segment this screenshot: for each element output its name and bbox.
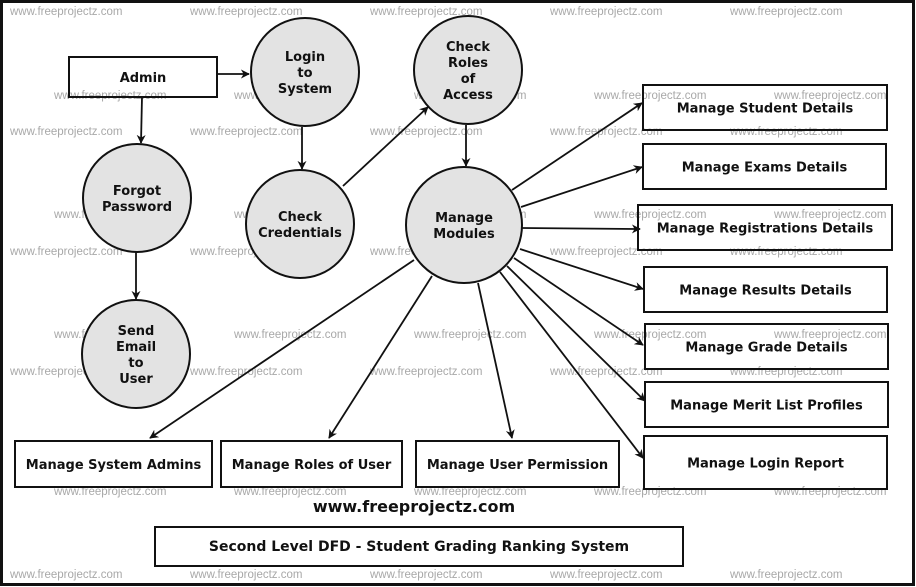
process-label: to — [128, 356, 143, 371]
entity-label: Manage Merit List Profiles — [670, 399, 863, 414]
watermark-text: www.freeprojectz.com — [729, 246, 842, 258]
process-check-cred: CheckCredentials — [245, 169, 355, 279]
watermark-text: www.freeprojectz.com — [9, 246, 122, 258]
process-label: Check — [446, 40, 490, 55]
dfd-diagram: www.freeprojectz.com www.freeprojectz.com… — [0, 0, 916, 587]
process-label: Check — [278, 210, 322, 225]
entity-label: Manage User Permission — [427, 458, 608, 473]
process-label: Credentials — [258, 226, 342, 241]
watermark-text: www.freeprojectz.com — [549, 569, 662, 581]
watermark-text: www.freeprojectz.com — [369, 366, 482, 378]
entity-label: Admin — [120, 71, 167, 86]
process-send-email: SendEmailtoUser — [81, 299, 191, 409]
process-check-roles: CheckRolesofAccess — [413, 15, 523, 125]
watermark-text: www.freeprojectz.com — [593, 90, 706, 102]
process-label: User — [119, 372, 153, 387]
entity-label: Manage Grade Details — [685, 341, 847, 356]
process-login: LogintoSystem — [250, 17, 360, 127]
watermark-text: www.freeprojectz.com — [729, 569, 842, 581]
watermark-text: www.freeprojectz.com — [189, 126, 302, 138]
process-label: of — [461, 72, 476, 87]
process-manage-modules: ManageModules — [405, 166, 523, 284]
diagram-title: Second Level DFD - Student Grading Ranki… — [209, 539, 629, 555]
watermark-text: www.freeprojectz.com — [593, 209, 706, 221]
watermark-text: www.freeprojectz.com — [9, 126, 122, 138]
watermark-text: www.freeprojectz.com — [9, 6, 122, 18]
entity-label: Manage Results Details — [679, 284, 852, 299]
flow-arrow-admin-to-forgot — [136, 96, 146, 144]
flow-arrow-manage-modules-to-registrations-details — [521, 224, 641, 234]
watermark-text: www.freeprojectz.com — [773, 209, 886, 221]
process-label: Access — [443, 88, 493, 103]
watermark-text: www.freeprojectz.com — [773, 90, 886, 102]
process-label: Modules — [433, 227, 495, 242]
watermark-text: www.freeprojectz.com — [413, 329, 526, 341]
watermark-text: www.freeprojectz.com — [369, 569, 482, 581]
watermark-text: www.freeprojectz.com — [549, 246, 662, 258]
process-label: Password — [102, 200, 172, 215]
watermark-text: www.freeprojectz.com — [729, 126, 842, 138]
process-label: Manage — [435, 211, 493, 226]
watermark-text: www.freeprojectz.com — [593, 329, 706, 341]
process-label: Roles — [448, 56, 488, 71]
entity-label: Manage System Admins — [26, 458, 202, 473]
process-label: Email — [116, 340, 156, 355]
process-label: Login — [285, 50, 325, 65]
process-label: to — [297, 66, 312, 81]
watermark-text: www.freeprojectz.com — [189, 6, 302, 18]
entity-label: Manage Roles of User — [232, 458, 392, 473]
process-forgot: ForgotPassword — [82, 143, 192, 253]
entity-label: Manage Student Details — [677, 102, 854, 117]
watermark-text: www.freeprojectz.com — [773, 329, 886, 341]
watermark-text: www.freeprojectz.com — [729, 366, 842, 378]
entity-label: Manage Registrations Details — [657, 222, 874, 237]
process-label: Send — [118, 324, 155, 339]
watermark-text: www.freeprojectz.com — [549, 6, 662, 18]
watermark-text: www.freeprojectz.com — [189, 569, 302, 581]
watermark-text: www.freeprojectz.com — [233, 329, 346, 341]
process-label: Forgot — [113, 184, 161, 199]
entity-label: Manage Login Report — [687, 457, 844, 472]
watermark-text: www.freeprojectz.com — [9, 569, 122, 581]
entity-label: Manage Exams Details — [682, 161, 848, 176]
watermark-text: www.freeprojectz.com — [189, 366, 302, 378]
website-label: www.freeprojectz.com — [313, 497, 515, 516]
watermark-text: www.freeprojectz.com — [729, 6, 842, 18]
process-label: System — [278, 82, 332, 97]
watermark-text: www.freeprojectz.com — [773, 486, 886, 498]
